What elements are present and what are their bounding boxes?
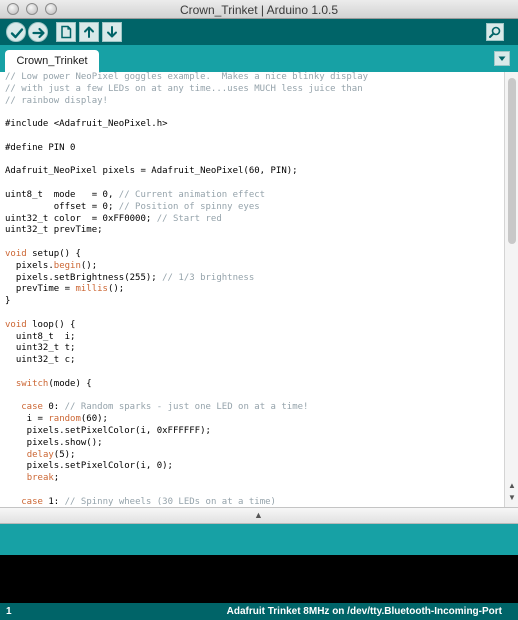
code-line: uint32_t t; [5, 343, 76, 354]
message-status-bar [0, 524, 518, 555]
code-line: uint8_t i; [5, 331, 76, 342]
new-file-icon [61, 25, 72, 39]
open-arrow-up-icon [84, 26, 94, 38]
triangle-down-icon [498, 56, 506, 61]
new-sketch-button[interactable] [56, 22, 76, 42]
code-line: case 1: // Spinny wheels (30 LEDs on at … [21, 496, 276, 507]
code-line: #include <Adafruit_NeoPixel.h> [5, 119, 168, 130]
code-line: #define PIN 0 [5, 142, 76, 153]
code-line: pixels.show(); [5, 437, 103, 448]
code-line: i = random(60); [5, 414, 108, 425]
tab-menu-button[interactable] [494, 51, 510, 66]
editor-vertical-scrollbar[interactable]: ▲ ▼ [504, 72, 518, 507]
code-line: // rainbow display! [5, 95, 108, 106]
code-line: Adafruit_NeoPixel pixels = Adafruit_NeoP… [5, 166, 298, 177]
verify-button[interactable] [6, 22, 26, 42]
editor-console-splitter[interactable]: ▲ [0, 507, 518, 524]
code-line: pixels.setBrightness(255); // 1/3 bright… [5, 272, 255, 283]
code-line: case 0: // Random sparks - just one LED … [21, 402, 309, 413]
verify-check-icon [10, 28, 24, 39]
code-line: pixels.setPixelColor(i, 0); [5, 461, 173, 472]
code-line: uint32_t c; [5, 355, 76, 366]
code-editor[interactable]: // Low power NeoPixel goggles example. M… [0, 72, 504, 507]
scroll-up-arrow-icon[interactable]: ▲ [507, 481, 517, 491]
scroll-down-arrow-icon[interactable]: ▼ [507, 493, 517, 503]
code-line: offset = 0; // Position of spinny eyes [5, 201, 260, 212]
save-arrow-down-icon [107, 26, 117, 38]
toolbar [0, 19, 518, 45]
code-line: pixels.setPixelColor(i, 0xFFFFFF); [5, 425, 211, 436]
code-text: // Low power NeoPixel goggles example. M… [0, 72, 504, 507]
code-line: // with just a few LEDs on at any time..… [5, 83, 363, 94]
code-line: switch(mode) { [15, 378, 92, 389]
code-line: void loop() { [5, 319, 76, 330]
scrollbar-thumb[interactable] [508, 78, 516, 244]
footer-status: 1 Adafruit Trinket 8MHz on /dev/tty.Blue… [0, 603, 518, 620]
upload-arrow-icon [32, 27, 45, 39]
magnifier-icon [489, 26, 501, 38]
code-line: break; [26, 473, 60, 484]
code-line: pixels.begin(); [5, 260, 98, 271]
splitter-handle-icon[interactable]: ▲ [254, 510, 263, 520]
code-line: delay(5); [26, 449, 76, 460]
code-line: uint32_t prevTime; [5, 225, 103, 236]
window-title: Crown_Trinket | Arduino 1.0.5 [179, 3, 339, 17]
code-line: void setup() { [5, 248, 81, 259]
code-line: } [5, 296, 11, 307]
upload-button[interactable] [28, 22, 48, 42]
serial-monitor-button[interactable] [486, 23, 504, 41]
code-line: uint8_t mode = 0, // Current animation e… [5, 189, 266, 200]
console-output[interactable] [0, 555, 518, 603]
code-line: uint32_t color = 0xFF0000; // Start red [5, 213, 222, 224]
window-titlebar: Crown_Trinket | Arduino 1.0.5 [0, 0, 518, 19]
open-sketch-button[interactable] [79, 22, 99, 42]
code-line: // Low power NeoPixel goggles example. M… [5, 72, 369, 82]
board-port-label: Adafruit Trinket 8MHz on /dev/tty.Blueto… [226, 606, 502, 617]
tab-crown-trinket[interactable]: Crown_Trinket [5, 50, 99, 72]
code-line: prevTime = millis(); [5, 284, 125, 295]
save-sketch-button[interactable] [102, 22, 122, 42]
tab-strip: Crown_Trinket [0, 45, 518, 72]
current-line-number: 1 [6, 606, 12, 617]
